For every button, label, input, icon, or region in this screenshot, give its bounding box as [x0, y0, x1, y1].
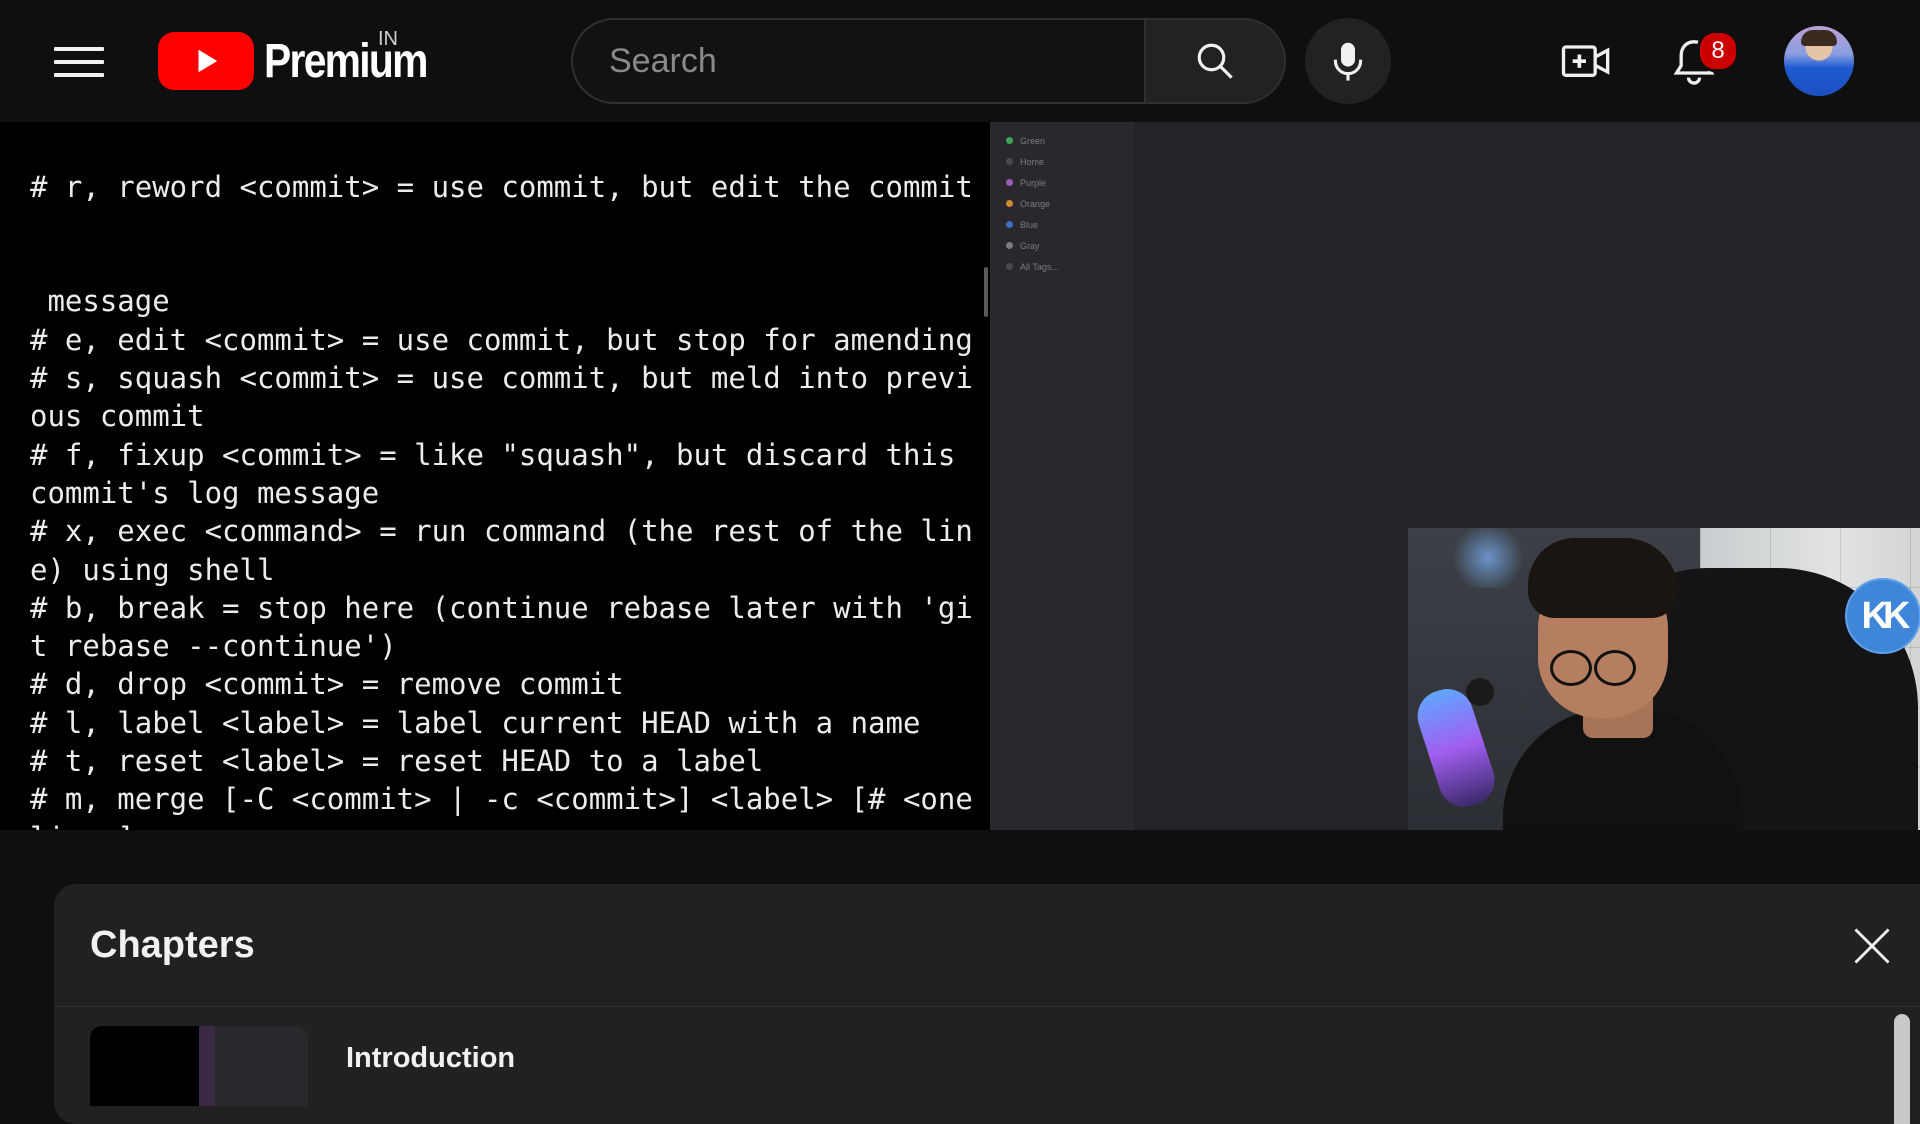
chapter-title: Introduction	[346, 1042, 516, 1074]
search-icon	[1197, 43, 1233, 79]
search-input[interactable]	[573, 20, 1144, 102]
tag-label: Purple	[1020, 177, 1047, 188]
terminal-line: e) using shell	[30, 552, 275, 587]
search-bar	[571, 18, 1286, 104]
tag-list: Green Home Purple Orange Blue Gray All Tags...	[990, 122, 1134, 277]
terminal-line: t rebase --continue')	[30, 629, 397, 664]
youtube-premium-logo[interactable]: Premium	[158, 32, 455, 90]
sidebar-tag-item[interactable]: Home	[990, 151, 1134, 172]
chapter-thumbnail	[90, 1026, 308, 1106]
app-sidebar: Green Home Purple Orange Blue Gray All Tags...	[990, 122, 1135, 830]
tag-label: Orange	[1020, 198, 1051, 209]
masthead: Premium IN 8	[0, 0, 1920, 122]
terminal-line: # f, fixup <commit> = like "squash", but…	[30, 437, 956, 472]
terminal-line: message	[30, 284, 170, 319]
terminal-line: # l, label <label> = label current HEAD …	[30, 705, 921, 740]
tag-color-dot-icon	[1006, 158, 1013, 165]
logo-text: Premium	[264, 34, 428, 88]
avatar[interactable]	[1784, 26, 1854, 96]
tag-label: Gray	[1020, 240, 1040, 251]
chapters-title: Chapters	[90, 924, 255, 966]
tag-color-dot-icon	[1006, 179, 1013, 186]
terminal-line: # x, exec <command> = run command (the r…	[30, 514, 973, 549]
menu-icon[interactable]	[50, 43, 108, 81]
chapters-panel: Chapters Introduction	[54, 884, 1920, 1124]
terminal-line: line>]	[30, 819, 990, 830]
tag-color-dot-icon	[1006, 263, 1013, 270]
sidebar-tag-item[interactable]: Blue	[990, 214, 1134, 235]
country-code: IN	[378, 28, 398, 50]
terminal-line: # b, break = stop here (continue rebase …	[30, 590, 973, 625]
tag-color-dot-icon	[1006, 242, 1013, 249]
notification-count-badge: 8	[1697, 30, 1739, 72]
sidebar-tag-item[interactable]: Purple	[990, 172, 1134, 193]
tag-color-dot-icon	[1006, 137, 1013, 144]
terminal-frame: # r, reword <commit> = use commit, but e…	[0, 122, 990, 830]
terminal-line: # t, reset <label> = reset HEAD to a lab…	[30, 744, 764, 779]
tag-label: Home	[1020, 156, 1045, 167]
search-button[interactable]	[1144, 20, 1284, 102]
video-player[interactable]: # r, reword <commit> = use commit, but e…	[0, 122, 1920, 830]
webcam-overlay	[1408, 528, 1920, 830]
create-button[interactable]	[1560, 36, 1612, 88]
sidebar-tag-item[interactable]: Orange	[990, 193, 1134, 214]
terminal-line: commit's log message	[30, 475, 380, 510]
sidebar-tag-item[interactable]: All Tags...	[990, 256, 1134, 277]
tag-color-dot-icon	[1006, 200, 1013, 207]
tag-label: Blue	[1020, 219, 1039, 230]
tag-label: All Tags...	[1020, 261, 1059, 272]
microphone-icon	[1333, 42, 1363, 81]
sidebar-tag-item[interactable]: Green	[990, 130, 1134, 151]
terminal-line: # m, merge [-C <commit> | -c <commit>] <…	[30, 782, 973, 817]
terminal-line: # d, drop <commit> = remove commit	[30, 667, 624, 702]
tag-color-dot-icon	[1006, 221, 1013, 228]
create-video-icon	[1561, 45, 1610, 77]
terminal-line: # e, edit <commit> = use commit, but sto…	[30, 322, 973, 357]
close-icon	[1854, 928, 1890, 964]
tag-label: Green	[1020, 135, 1046, 146]
close-chapters-button[interactable]	[1850, 924, 1894, 968]
sidebar-tag-item[interactable]: Gray	[990, 235, 1134, 256]
terminal-line: ous commit	[30, 399, 205, 434]
chapter-item[interactable]: Introduction	[90, 1026, 1890, 1106]
terminal-scrollbar	[984, 267, 988, 317]
voice-search-button[interactable]	[1305, 18, 1391, 104]
terminal-lines: message # e, edit <commit> = use commit, …	[30, 282, 990, 830]
terminal-line: # r, reword <commit> = use commit, but e…	[30, 169, 973, 204]
youtube-play-icon	[158, 32, 254, 90]
channel-watermark[interactable]: KK	[1845, 578, 1920, 654]
terminal-line: # s, squash <commit> = use commit, but m…	[30, 361, 973, 396]
chapters-header: Chapters	[54, 884, 1920, 1007]
chapters-scrollbar[interactable]	[1894, 1014, 1910, 1124]
